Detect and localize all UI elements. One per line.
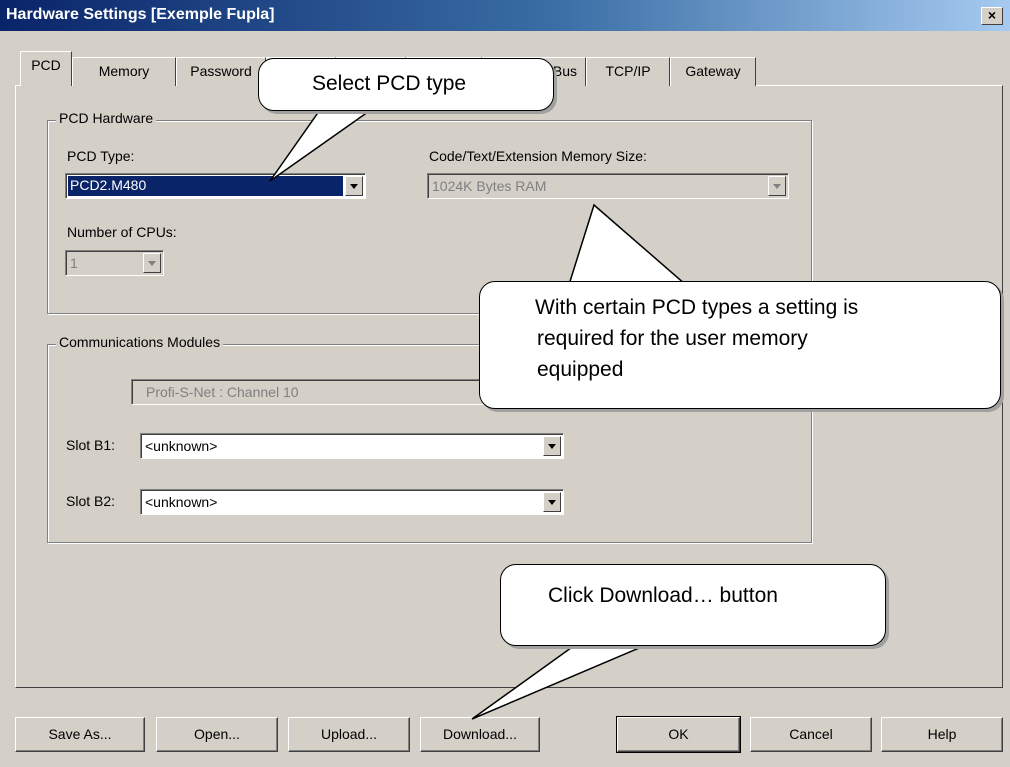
chevron-down-icon[interactable]	[543, 436, 561, 456]
ok-button[interactable]: OK	[616, 716, 741, 753]
slot-b2-select[interactable]: <unknown>	[140, 489, 564, 515]
tab-tcpip[interactable]: TCP/IP	[586, 57, 670, 86]
cpus-value: 1	[70, 255, 78, 271]
channel-field: Profi-S-Net : Channel 10	[131, 379, 491, 405]
memory-size-label: Code/Text/Extension Memory Size:	[429, 148, 647, 164]
callout-memory-line3: equipped	[537, 358, 624, 381]
comm-modules-group-label: Communications Modules	[56, 334, 224, 350]
download-button[interactable]: Download...	[420, 717, 540, 752]
pcd-hardware-group-label: PCD Hardware	[56, 110, 157, 126]
tab-gateway[interactable]: Gateway	[670, 57, 756, 86]
callout-download-text: Click Download… button	[548, 584, 778, 607]
callout-select-pcd: Select PCD type	[258, 58, 554, 111]
chevron-down-icon	[768, 176, 786, 196]
pcd-type-label: PCD Type:	[67, 148, 135, 164]
pcd-type-value: PCD2.M480	[68, 176, 343, 196]
slot-b1-label: Slot B1:	[66, 437, 116, 453]
tab-password[interactable]: Password	[176, 57, 266, 86]
cpus-label: Number of CPUs:	[67, 224, 177, 240]
slot-b2-label: Slot B2:	[66, 493, 116, 509]
save-as-button[interactable]: Save As...	[15, 717, 145, 752]
chevron-down-icon[interactable]	[345, 176, 363, 196]
title-bar: Hardware Settings [Exemple Fupla] ×	[0, 0, 1010, 31]
cancel-button[interactable]: Cancel	[750, 717, 872, 752]
chevron-down-icon[interactable]	[543, 492, 561, 512]
upload-button[interactable]: Upload...	[288, 717, 410, 752]
callout-memory-line2: required for the user memory	[537, 327, 808, 350]
callout-memory-line1: With certain PCD types a setting is	[535, 296, 859, 319]
slot-b2-value: <unknown>	[145, 494, 218, 510]
close-button[interactable]: ×	[981, 7, 1003, 25]
memory-size-value: 1024K Bytes RAM	[432, 178, 547, 194]
cpus-select: 1	[65, 250, 164, 276]
slot-b1-value: <unknown>	[145, 438, 218, 454]
tab-memory[interactable]: Memory	[72, 57, 176, 86]
help-button[interactable]: Help	[881, 717, 1003, 752]
chevron-down-icon	[143, 253, 161, 273]
slot-b1-select[interactable]: <unknown>	[140, 433, 564, 459]
callout-download-note: Click Download… button	[500, 564, 886, 646]
channel-value: Profi-S-Net : Channel 10	[146, 384, 299, 400]
open-button[interactable]: Open...	[156, 717, 278, 752]
callout-memory-note: With certain PCD types a setting is requ…	[479, 281, 1001, 409]
memory-size-select: 1024K Bytes RAM	[427, 173, 789, 199]
callout-select-pcd-text: Select PCD type	[312, 72, 467, 95]
tab-pcd[interactable]: PCD	[20, 51, 72, 86]
window-title: Hardware Settings [Exemple Fupla]	[6, 6, 275, 23]
pcd-type-select[interactable]: PCD2.M480	[65, 173, 366, 199]
